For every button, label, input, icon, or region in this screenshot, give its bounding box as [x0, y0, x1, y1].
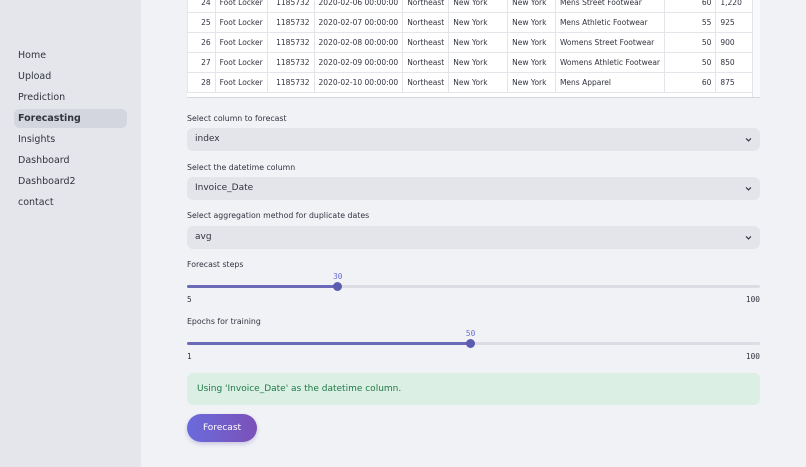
table-cell: Northeast — [402, 72, 450, 93]
sidebar: Home Upload Prediction Forecasting Insig… — [0, 0, 141, 467]
aggregation-value: avg — [195, 232, 212, 242]
epochs-label: Epochs for training — [187, 317, 261, 326]
table-cell: Foot Locker — [214, 72, 268, 93]
chevron-down-icon — [745, 236, 752, 240]
epochs-max: 100 — [745, 352, 760, 361]
forecast-steps-label: Forecast steps — [187, 260, 244, 269]
table-cell: 1185732 — [266, 32, 315, 53]
table-cell: 60 — [663, 0, 717, 13]
table-cell: 50 — [663, 52, 717, 73]
forecast-column-value: index — [195, 134, 220, 144]
sidebar-item-dashboard2[interactable]: Dashboard2 — [14, 172, 127, 191]
forecast-steps-min: 5 — [187, 295, 192, 304]
table-row: 26 Foot Locker 1185732 2020-02-08 00:00:00 N… — [187, 32, 760, 53]
epochs-slider[interactable] — [187, 339, 760, 348]
table-scrollbar[interactable] — [752, 0, 760, 97]
forecast-steps-slider[interactable] — [187, 282, 760, 291]
table-cell: Foot Locker — [214, 32, 268, 53]
table-row: 24 Foot Locker 1185732 2020-02-06 00:00:00 N… — [187, 0, 760, 13]
table-cell: New York — [448, 52, 509, 73]
forecast-column-select[interactable]: index — [187, 128, 760, 151]
epochs-fill — [187, 342, 471, 345]
sidebar-item-prediction[interactable]: Prediction — [14, 88, 127, 107]
table-cell: Foot Locker — [214, 0, 268, 13]
forecast-steps-max: 100 — [745, 295, 760, 304]
table-cell: New York — [507, 12, 556, 33]
forecast-button[interactable]: Forecast — [187, 414, 257, 442]
datetime-column-label: Select the datetime column — [187, 163, 296, 172]
table-cell: 27 — [187, 52, 216, 73]
table-row: 25 Foot Locker 1185732 2020-02-07 00:00:00 N… — [187, 12, 760, 33]
epochs-value: 50 — [465, 329, 476, 338]
table-cell: 28 — [187, 72, 216, 93]
chevron-down-icon — [745, 138, 752, 142]
table-cell: 2020-02-10 00:00:00 — [313, 72, 404, 93]
chevron-down-icon — [745, 187, 752, 191]
forecast-steps-fill — [187, 285, 338, 288]
table-cell: New York — [448, 32, 509, 53]
table-cell: 1185732 — [266, 0, 315, 13]
table-cell: 25 — [187, 12, 216, 33]
table-cell: 26 — [187, 32, 216, 53]
main-content: 24 Foot Locker 1185732 2020-02-06 00:00:00 N… — [141, 0, 806, 467]
table-cell: Mens Apparel — [554, 72, 666, 93]
table-cell: Foot Locker — [214, 52, 268, 73]
table-cell: Northeast — [402, 52, 450, 73]
table-cell: 60 — [663, 72, 717, 93]
datetime-column-select[interactable]: Invoice_Date — [187, 177, 760, 200]
table-cell: New York — [448, 72, 509, 93]
sidebar-item-upload[interactable]: Upload — [14, 67, 127, 86]
table-cell: New York — [507, 72, 556, 93]
sidebar-item-insights[interactable]: Insights — [14, 130, 127, 149]
table-cell: 1185732 — [266, 52, 315, 73]
table-cell: 2020-02-09 00:00:00 — [313, 52, 404, 73]
table-cell: New York — [507, 32, 556, 53]
table-cell: Mens Street Footwear — [554, 0, 666, 13]
table-cell: Northeast — [402, 12, 450, 33]
forecast-steps-value: 30 — [333, 272, 343, 281]
table-row: 27 Foot Locker 1185732 2020-02-09 00:00:00 N… — [187, 52, 760, 73]
data-table[interactable]: 24 Foot Locker 1185732 2020-02-06 00:00:00 N… — [187, 0, 760, 98]
table-cell: 1185732 — [266, 72, 315, 93]
table-cell: Mens Athletic Footwear — [554, 12, 666, 33]
success-alert: Using 'Invoice_Date' as the datetime col… — [187, 373, 760, 405]
table-cell: 2020-02-06 00:00:00 — [313, 0, 404, 13]
aggregation-select[interactable]: avg — [187, 226, 760, 249]
datetime-column-value: Invoice_Date — [195, 183, 254, 193]
sidebar-item-home[interactable]: Home — [14, 46, 127, 65]
table-cell: 1185732 — [266, 12, 315, 33]
sidebar-item-dashboard[interactable]: Dashboard — [14, 151, 127, 170]
epochs-min: 1 — [187, 352, 192, 361]
forecast-column-label: Select column to forecast — [187, 114, 287, 123]
aggregation-label: Select aggregation method for duplicate … — [187, 211, 370, 220]
table-cell: Foot Locker — [214, 12, 268, 33]
table-cell: Womens Street Footwear — [554, 32, 666, 53]
table-cell: New York — [507, 52, 556, 73]
table-cell: New York — [448, 0, 509, 13]
table-cell: 50 — [663, 32, 717, 53]
table-cell: New York — [507, 0, 556, 13]
table-cell: New York — [448, 12, 509, 33]
table-row: 28 Foot Locker 1185732 2020-02-10 00:00:00 N… — [187, 72, 760, 93]
sidebar-item-forecasting[interactable]: Forecasting — [14, 109, 127, 128]
epochs-thumb[interactable] — [466, 339, 476, 348]
table-cell: 55 — [663, 12, 717, 33]
table-cell: Northeast — [402, 0, 450, 13]
table-cell: 24 — [187, 0, 216, 13]
table-cell: 2020-02-08 00:00:00 — [313, 32, 404, 53]
forecast-steps-thumb[interactable] — [333, 282, 343, 291]
table-cell: 2020-02-07 00:00:00 — [313, 12, 404, 33]
sidebar-item-contact[interactable]: contact — [14, 193, 127, 212]
table-cell: Northeast — [402, 32, 450, 53]
table-cell: Womens Athletic Footwear — [554, 52, 666, 73]
